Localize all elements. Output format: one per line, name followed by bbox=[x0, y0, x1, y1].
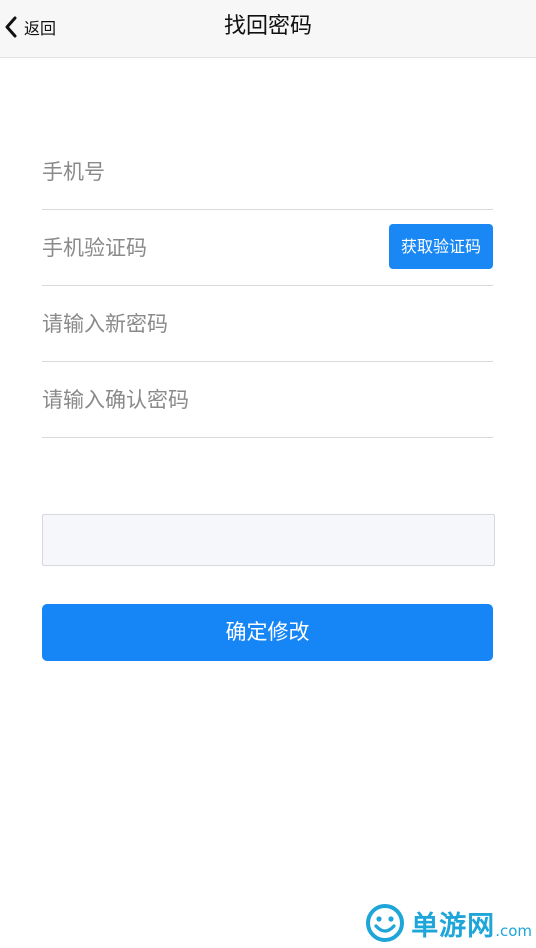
confirm-change-button[interactable]: 确定修改 bbox=[42, 604, 493, 661]
captcha-area[interactable] bbox=[42, 514, 495, 566]
navigation-bar: 返回 找回密码 bbox=[0, 0, 536, 58]
watermark-suffix: .com bbox=[495, 922, 532, 940]
phone-input[interactable] bbox=[42, 134, 493, 209]
new-password-row bbox=[42, 286, 493, 362]
confirm-password-input[interactable] bbox=[42, 362, 493, 437]
sms-code-input[interactable] bbox=[42, 210, 372, 285]
sms-code-row: 获取验证码 bbox=[42, 210, 493, 286]
get-code-button[interactable]: 获取验证码 bbox=[389, 224, 493, 269]
new-password-input[interactable] bbox=[42, 286, 493, 361]
confirm-password-row bbox=[42, 362, 493, 438]
page-title: 找回密码 bbox=[223, 14, 312, 39]
phone-row bbox=[42, 134, 493, 210]
watermark: 单游网 .com bbox=[365, 901, 532, 945]
smiley-logo-icon bbox=[365, 903, 405, 943]
watermark-text: 单游网 bbox=[411, 910, 496, 942]
reset-password-form: 获取验证码 bbox=[42, 134, 493, 438]
